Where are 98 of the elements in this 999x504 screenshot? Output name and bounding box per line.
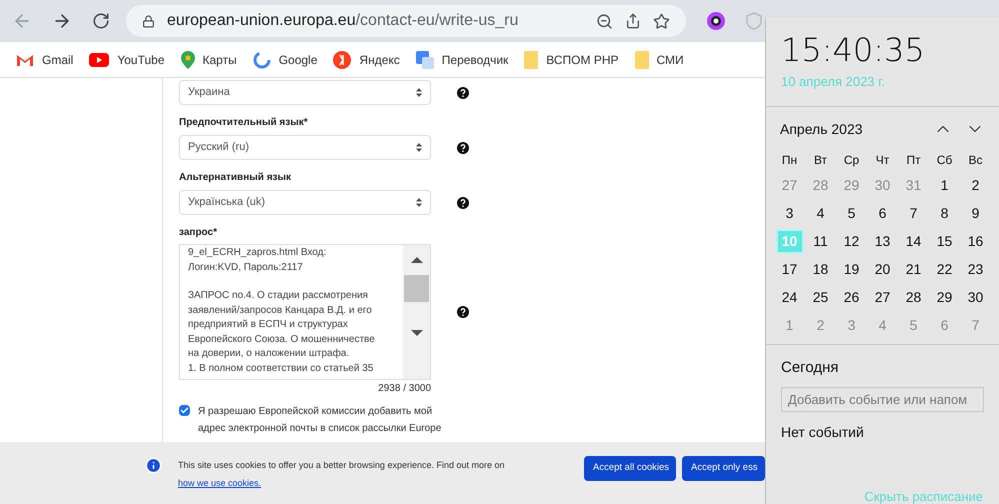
help-icon[interactable]	[457, 306, 469, 318]
camera-lens-icon[interactable]	[706, 11, 726, 31]
weekday-label: Пт	[905, 152, 922, 168]
weekday-label: Сб	[936, 152, 954, 168]
bookmark-item[interactable]: ВСПОМ PHP	[524, 50, 619, 68]
calendar-day[interactable]: 4	[806, 201, 834, 226]
today-heading: Сегодня	[781, 358, 840, 378]
field-label: Предпочтительный язык*	[179, 117, 309, 129]
select-field[interactable]: Русский (ru)	[179, 135, 431, 160]
calendar-day[interactable]: 27	[868, 285, 896, 310]
calendar-day[interactable]: 6	[868, 201, 896, 226]
scroll-thumb[interactable]	[404, 275, 429, 302]
cookie-button[interactable]: Accept all cookies	[584, 456, 676, 481]
cookie-message: This site uses cookies to offer you a better browsing experience. Find out more on how we use cookies.	[178, 459, 506, 490]
sort-arrows-icon	[416, 143, 422, 152]
cookie-policy-link[interactable]: how we use cookies.	[178, 478, 262, 488]
month-title[interactable]: Апрель 2023	[780, 118, 863, 140]
calendar-day[interactable]: 12	[838, 229, 866, 254]
calendar-day[interactable]: 5	[838, 201, 866, 226]
request-line: на доверии, о наложении штрафа.	[188, 347, 350, 361]
request-line: 1. В полном соответствии со статьей 35	[188, 362, 374, 376]
calendar-day[interactable]: 24	[776, 285, 804, 310]
calendar-day[interactable]: 30	[962, 285, 990, 310]
address-bar[interactable]: european-union.europa.eu/contact-eu/write-us_ru	[126, 5, 686, 37]
calendar-day[interactable]: 26	[838, 285, 866, 310]
calendar-day[interactable]: 19	[838, 257, 866, 282]
calendar-day[interactable]: 17	[776, 257, 804, 282]
consent-text: Я разрешаю Европейской комиссии добавить мой адрес электронной почты в список рассылки Europe	[198, 405, 442, 436]
circle-logo-icon	[333, 50, 352, 68]
lock-icon	[142, 14, 155, 28]
bookmark-item[interactable]: YouTube	[89, 50, 164, 68]
play-icon	[89, 52, 110, 66]
calendar-day[interactable]: 2	[962, 173, 990, 198]
weekday-label: Пн	[780, 152, 798, 168]
field-label: Альтернативный язык	[179, 172, 292, 184]
calendar-day[interactable]: 25	[806, 285, 834, 310]
request-line: предприятий в ЕСПЧ и структурах	[188, 318, 349, 332]
consent-checkbox[interactable]	[179, 405, 190, 416]
weekday-label: Чт	[874, 152, 890, 168]
map-pin-icon	[180, 50, 194, 68]
sort-arrows-icon	[416, 88, 422, 97]
folder-icon	[634, 50, 649, 68]
calendar-day[interactable]: 1	[930, 173, 958, 198]
calendar-day[interactable]: 16	[962, 229, 990, 254]
calendar-day[interactable]: 18	[806, 257, 834, 282]
calendar-day[interactable]: 3	[776, 201, 804, 226]
calendar-day[interactable]: 8	[930, 201, 958, 226]
select-field[interactable]: Українська (uk)	[179, 190, 431, 215]
translate-icon	[416, 50, 434, 68]
scrollbar[interactable]	[403, 245, 430, 379]
scroll-down-icon[interactable]	[410, 330, 422, 336]
scroll-up-icon[interactable]	[410, 257, 422, 263]
calendar-day[interactable]: 21	[900, 257, 928, 282]
calendar-day[interactable]: 15	[930, 229, 958, 254]
calendar-day[interactable]: 28	[900, 285, 928, 310]
event-field[interactable]: Добавить событие или напом	[781, 387, 984, 412]
g-logo-icon	[252, 50, 271, 68]
bookmark-item[interactable]: Gmail	[16, 50, 74, 68]
bookmark-item[interactable]: Google	[252, 50, 318, 68]
calendar-day[interactable]: 13	[868, 229, 896, 254]
calendar-day[interactable]: 29	[930, 285, 958, 310]
cookie-button[interactable]: Accept only ess	[682, 456, 765, 481]
reload-icon[interactable]	[92, 12, 110, 30]
bookmark-item[interactable]: Яндекс	[333, 50, 400, 68]
bookmark-item[interactable]: Переводчик	[416, 50, 508, 68]
bookmark-item[interactable]: СМИ	[634, 50, 684, 68]
clock-time: 15:40:35	[781, 32, 926, 68]
calendar-day[interactable]: 14	[900, 229, 928, 254]
calendar-day[interactable]: 11	[806, 229, 834, 254]
star-icon[interactable]	[653, 12, 670, 30]
help-icon[interactable]	[457, 142, 469, 154]
calendar-day[interactable]: 22	[930, 257, 958, 282]
info-icon	[145, 457, 162, 474]
request-line: ЗАПРОС no.4. О стадии рассмотрения	[188, 289, 369, 303]
field-label: запрос*	[179, 227, 218, 239]
sort-arrows-icon	[416, 198, 422, 207]
folder-icon	[524, 50, 538, 68]
calendar-day[interactable]: 23	[962, 257, 990, 282]
mail-icon	[16, 52, 34, 66]
zoom-out-icon[interactable]	[596, 12, 613, 30]
help-icon[interactable]	[457, 86, 469, 98]
weekday-label: Вс	[967, 152, 984, 168]
no-events-text: Нет событий	[781, 423, 865, 442]
request-line: Логин:KVD, Пароль:2117	[188, 260, 304, 274]
calendar-day[interactable]: 9	[962, 201, 990, 226]
character-counter: 2938 / 3000	[377, 383, 431, 395]
request-line: Европейского Союза. О мошенничестве	[188, 332, 376, 346]
request-field[interactable]	[179, 244, 431, 380]
select-field[interactable]: Украина	[179, 80, 431, 105]
bookmark-item[interactable]: Карты	[180, 50, 237, 68]
request-line: заявлений/запросов Канцара В.Д. и его	[188, 304, 373, 318]
calendar-day[interactable]: 7	[900, 201, 928, 226]
share-icon[interactable]	[625, 13, 641, 29]
weekday-label: Вт	[812, 152, 828, 168]
help-icon[interactable]	[457, 196, 469, 208]
request-line: 9_el_ECRH_zapros.html Вход:	[188, 246, 328, 260]
weekday-label: Ср	[842, 152, 860, 168]
calendar-day[interactable]: 20	[868, 257, 896, 282]
